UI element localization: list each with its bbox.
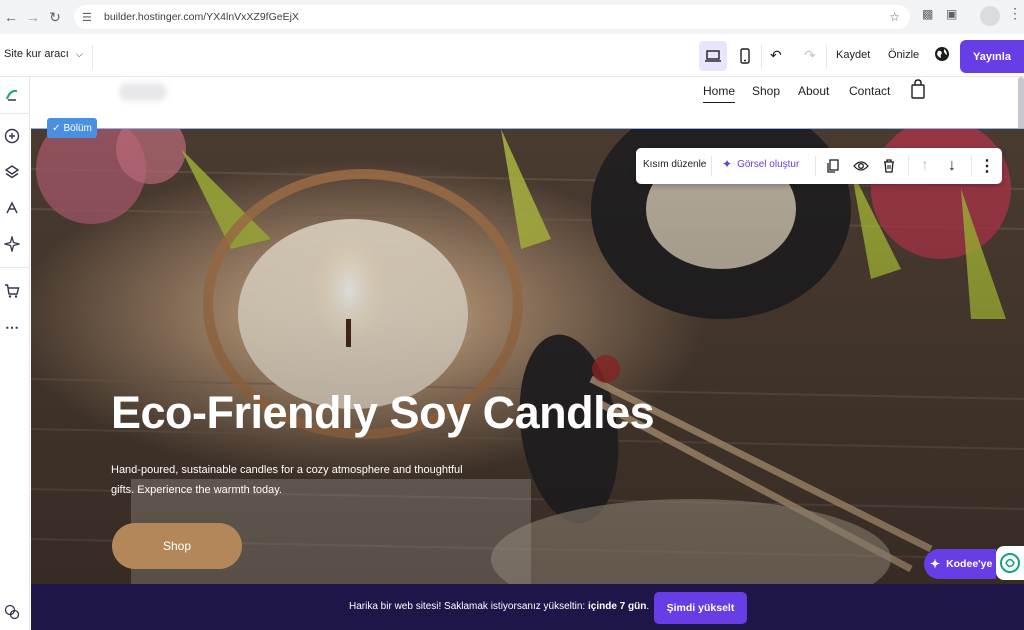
kodee-assistant-button[interactable]: ✦ Kodee'ye	[924, 549, 996, 579]
add-element-icon[interactable]	[3, 127, 21, 145]
desktop-view-button[interactable]	[699, 41, 727, 71]
hero-subtitle[interactable]: Hand-poured, sustainable candles for a c…	[111, 460, 471, 500]
back-icon[interactable]: ←	[0, 6, 22, 28]
save-button[interactable]: Kaydet	[836, 49, 870, 61]
address-bar[interactable]: ☰ builder.hostinger.com/YX4lnVxXZ9fGeEjX…	[74, 5, 910, 29]
nav-link-contact[interactable]: Contact	[849, 84, 890, 98]
url-text: builder.hostinger.com/YX4lnVxXZ9fGeEjX	[104, 11, 299, 23]
redo-icon[interactable]: ↷	[804, 47, 816, 64]
duplicate-icon[interactable]	[825, 157, 841, 175]
hero-title[interactable]: Eco-Friendly Soy Candles	[111, 387, 655, 439]
upgrade-now-button[interactable]: Şimdi yükselt	[654, 592, 747, 624]
chevron-down-icon: ⌵	[75, 48, 83, 59]
eye-icon[interactable]	[853, 157, 869, 175]
site-logo[interactable]	[119, 83, 167, 101]
editor-toolbar: Site kur aracı ⌵ ↶ ↷ Kaydet Önizle Yayın…	[0, 37, 1024, 77]
create-image-label: Görsel oluştur	[737, 158, 800, 170]
divider	[761, 45, 762, 69]
help-icon[interactable]	[3, 603, 21, 621]
more-vertical-icon[interactable]: ⋮	[979, 157, 995, 175]
site-header: Home Shop About Contact	[31, 77, 1024, 167]
kodee-icon: ✦	[930, 557, 941, 571]
upgrade-banner: Harika bir web sitesi! Saklamak istiyors…	[31, 584, 1024, 630]
nav-link-about[interactable]: About	[798, 84, 829, 98]
desktop-icon	[705, 50, 721, 62]
site-tool-dropdown[interactable]: Site kur aracı ⌵	[4, 48, 83, 60]
ai-builder-icon[interactable]	[3, 86, 21, 104]
divider	[908, 156, 909, 176]
browser-menu-icon[interactable]: ⋮	[1008, 5, 1022, 22]
divider	[0, 267, 30, 268]
divider	[826, 45, 827, 69]
check-icon: ✓	[52, 122, 61, 134]
store-cart-icon[interactable]	[3, 282, 21, 300]
reload-icon[interactable]: ↻	[44, 6, 66, 28]
mobile-view-button[interactable]	[736, 41, 754, 71]
banner-text-bold: içinde 7 gün	[587, 601, 647, 612]
shopping-bag-icon[interactable]	[911, 79, 925, 104]
nav-link-home[interactable]: Home	[703, 84, 736, 103]
browser-bar: ← → ↻ ☰ builder.hostinger.com/YX4lnVxXZ9…	[0, 0, 1024, 34]
globe-icon[interactable]	[934, 46, 950, 62]
ai-assistant-icon[interactable]	[996, 546, 1024, 580]
divider	[0, 113, 30, 114]
sparkle-icon: ✦	[722, 157, 733, 171]
preview-button[interactable]: Önizle	[888, 49, 919, 61]
divider	[92, 45, 93, 69]
banner-text-suffix: .	[646, 601, 650, 612]
hero-shop-button[interactable]: Shop	[112, 523, 242, 569]
arrow-down-icon[interactable]: ↓	[944, 157, 960, 175]
profile-avatar[interactable]	[980, 6, 1000, 26]
divider	[711, 156, 712, 176]
nav-link-shop[interactable]: Shop	[752, 84, 780, 98]
styles-icon[interactable]	[3, 199, 21, 217]
banner-text: Harika bir web sitesi! Saklamak istiyors…	[349, 601, 649, 612]
extension-icon[interactable]: ▩	[922, 7, 933, 21]
puzzle-icon[interactable]: ▣	[946, 7, 957, 21]
ai-tools-icon[interactable]	[3, 235, 21, 253]
create-image-button[interactable]: ✦ Görsel oluştur	[722, 157, 799, 171]
arrow-up-icon[interactable]: ↑	[917, 157, 933, 175]
site-tool-label: Site kur aracı	[4, 48, 69, 60]
mobile-icon	[740, 48, 750, 64]
bookmark-star-icon[interactable]: ☆	[889, 10, 900, 24]
divider	[815, 156, 816, 176]
more-icon[interactable]: ⋯	[3, 318, 21, 336]
section-badge[interactable]: ✓ Bölüm	[47, 118, 97, 138]
forward-icon[interactable]: →	[22, 6, 44, 28]
hero-background-image	[31, 129, 1024, 584]
banner-text-prefix: Harika bir web sitesi! Saklamak istiyors…	[349, 601, 586, 612]
hero-section[interactable]: Eco-Friendly Soy Candles Hand-poured, su…	[31, 128, 1024, 584]
divider	[971, 156, 972, 176]
edit-section-button[interactable]: Kısım düzenle	[643, 159, 706, 170]
trash-icon[interactable]	[881, 157, 897, 175]
publish-button[interactable]: Yayınla	[960, 40, 1024, 73]
layers-icon[interactable]	[3, 163, 21, 181]
left-sidebar: ⋯	[0, 77, 30, 630]
section-badge-label: Bölüm	[63, 122, 92, 134]
kodee-label: Kodee'ye	[946, 558, 993, 570]
site-info-icon[interactable]: ☰	[82, 11, 96, 24]
section-toolbar: Kısım düzenle ✦ Görsel oluştur ↑ ↓ ⋮	[636, 148, 1002, 184]
undo-icon[interactable]: ↶	[770, 47, 782, 64]
